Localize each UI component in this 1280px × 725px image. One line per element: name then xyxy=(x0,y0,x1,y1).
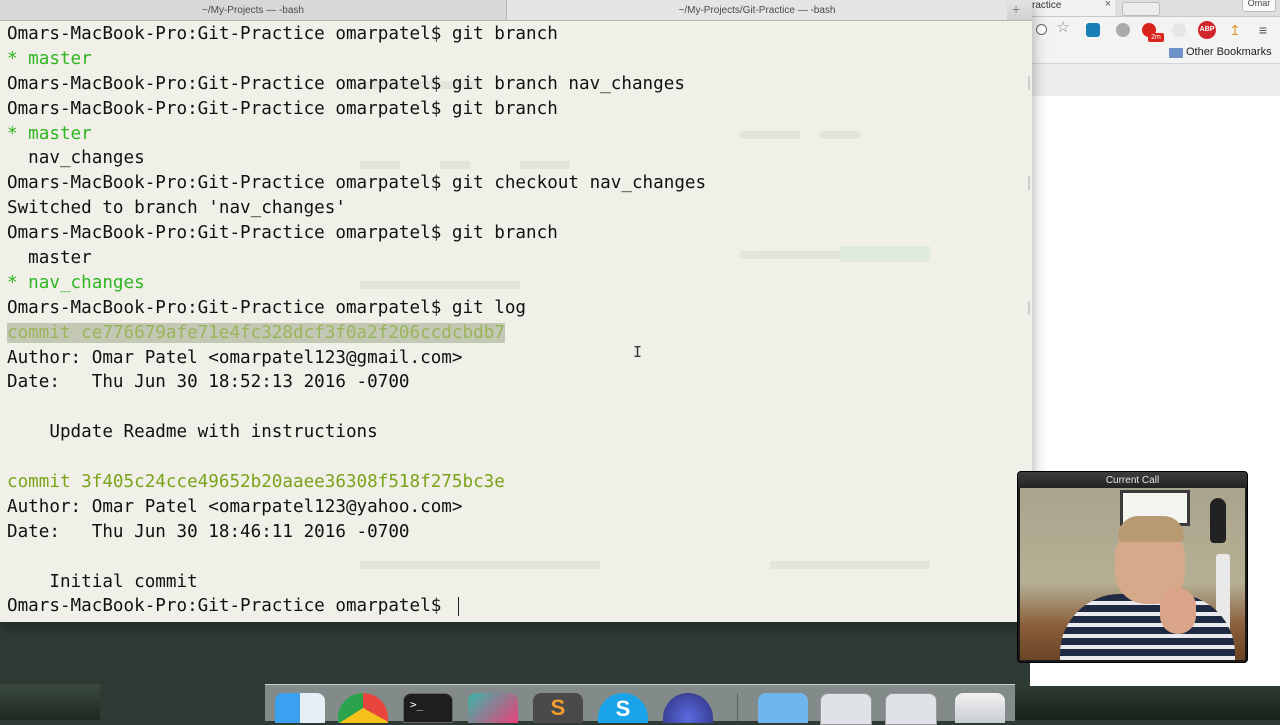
terminal-line: Omars-MacBook-Pro:Git-Practice omarpatel… xyxy=(7,96,706,121)
desktop-wallpaper-left xyxy=(0,684,100,720)
terminal-text: Date: Thu Jun 30 18:46:11 2016 -0700 xyxy=(7,521,410,542)
terminal-text: nav_changes xyxy=(7,148,145,169)
terminal-output[interactable]: Omars-MacBook-Pro:Git-Practice omarpatel… xyxy=(0,21,1032,622)
browser-tab[interactable]: ractice × xyxy=(1030,0,1115,16)
current-call-window[interactable]: Current Call xyxy=(1017,471,1248,663)
browser-tabstrip: ractice × Omar xyxy=(1030,0,1280,17)
terminal-tab-my-projects[interactable]: ~/My-Projects — -bash xyxy=(0,0,507,20)
screenshot-icon[interactable] xyxy=(820,693,872,725)
terminal-line: commit ce776679afe71e4fc328dcf3f0a2f206c… xyxy=(7,320,706,345)
finder-icon[interactable] xyxy=(275,693,325,723)
terminal-text: Omars-MacBook-Pro:Git-Practice omarpatel… xyxy=(7,73,685,94)
terminal-line: Omars-MacBook-Pro:Git-Practice omarpatel… xyxy=(7,593,706,618)
terminal-text: Author: Omar Patel <omarpatel123@gmail.c… xyxy=(7,347,463,368)
terminal-line: Initial commit xyxy=(7,569,706,594)
terminal-text: commit 3f405c24cce49652b20aaee36308f518f… xyxy=(7,472,505,493)
terminal-text: Omars-MacBook-Pro:Git-Practice omarpatel… xyxy=(7,223,558,244)
scroll-marker xyxy=(1028,301,1030,315)
app-icon[interactable] xyxy=(1086,23,1100,37)
sublime-icon[interactable]: S xyxy=(533,693,583,723)
new-tab-button[interactable] xyxy=(1122,2,1160,16)
terminal-text: * nav_changes xyxy=(7,272,145,293)
terminal-text: Author: Omar Patel <omarpatel123@yahoo.c… xyxy=(7,496,463,517)
profile-icon[interactable] xyxy=(1116,23,1130,37)
terminal-text: Omars-MacBook-Pro:Git-Practice omarpatel… xyxy=(7,297,527,318)
terminal-text: * master xyxy=(7,123,92,144)
terminal-text: Omars-MacBook-Pro:Git-Practice omarpatel… xyxy=(7,596,452,617)
skype-icon[interactable]: S xyxy=(598,693,648,723)
terminal-line: commit 3f405c24cce49652b20aaee36308f518f… xyxy=(7,469,706,494)
terminal-titlebar: ~/My-Projects — -bash ~/My-Projects/Git-… xyxy=(0,0,1032,21)
slack-icon[interactable] xyxy=(468,693,518,723)
terminal-icon[interactable]: >_ xyxy=(403,693,453,723)
terminal-line: Omars-MacBook-Pro:Git-Practice omarpatel… xyxy=(7,71,706,96)
terminal-line: Omars-MacBook-Pro:Git-Practice omarpatel… xyxy=(7,170,706,195)
scroll-marker xyxy=(1028,176,1030,190)
terminal-line: Omars-MacBook-Pro:Git-Practice omarpatel… xyxy=(7,220,706,245)
new-tab-icon[interactable]: + xyxy=(1012,1,1020,17)
close-icon[interactable]: × xyxy=(1105,0,1111,10)
other-bookmarks-link[interactable]: Other Bookmarks xyxy=(1186,46,1272,58)
star-icon[interactable]: ☆ xyxy=(1056,20,1070,35)
terminal-line: * master xyxy=(7,46,706,71)
terminal-text: Omars-MacBook-Pro:Git-Practice omarpatel… xyxy=(7,173,707,194)
folder-icon xyxy=(1169,48,1183,58)
trash-icon[interactable] xyxy=(955,693,1005,723)
user-profile-button[interactable]: Omar xyxy=(1242,0,1276,12)
browser-tab-title: ractice xyxy=(1032,0,1062,11)
text-cursor-icon: I xyxy=(633,343,643,361)
dock: >_ S S xyxy=(265,684,1015,725)
terminal-line: Author: Omar Patel <omarpatel123@yahoo.c… xyxy=(7,494,706,519)
terminal-line: Omars-MacBook-Pro:Git-Practice omarpatel… xyxy=(7,295,706,320)
notification-badge: 2m xyxy=(1148,33,1164,42)
terminal-text: Initial commit xyxy=(7,571,198,592)
terminal-text: Date: Thu Jun 30 18:52:13 2016 -0700 xyxy=(7,372,410,393)
terminal-text: Omars-MacBook-Pro:Git-Practice omarpatel… xyxy=(7,98,558,119)
desktop-wallpaper-right xyxy=(1015,684,1280,720)
browser-toolbar: ☆ 2m ABP ↥ ≡ xyxy=(1030,17,1280,43)
call-title: Current Call xyxy=(1018,472,1247,488)
screenshot-icon[interactable] xyxy=(885,693,937,725)
terminal-lines: Omars-MacBook-Pro:Git-Practice omarpatel… xyxy=(7,21,706,618)
terminal-text: commit ce776679afe71e4fc328dcf3f0a2f206c… xyxy=(7,322,505,343)
browser-icon[interactable] xyxy=(663,693,713,723)
terminal-text: * master xyxy=(7,48,92,69)
dock-separator xyxy=(737,693,738,721)
terminal-line: * master xyxy=(7,121,706,146)
person-hair xyxy=(1118,516,1184,542)
terminal-text: Update Readme with instructions xyxy=(7,422,378,443)
terminal-tab-git-practice[interactable]: ~/My-Projects/Git-Practice — -bash xyxy=(507,0,1007,20)
guitar-shape xyxy=(1210,498,1226,543)
terminal-line: Switched to branch 'nav_changes' xyxy=(7,195,706,220)
call-video-feed xyxy=(1020,488,1245,660)
terminal-cursor xyxy=(457,596,460,616)
adblock-icon[interactable]: ABP xyxy=(1198,21,1216,39)
terminal-line: nav_changes xyxy=(7,145,706,170)
search-icon[interactable] xyxy=(1036,24,1047,35)
terminal-line: Date: Thu Jun 30 18:52:13 2016 -0700 xyxy=(7,369,706,394)
terminal-line: * nav_changes xyxy=(7,270,706,295)
menu-icon[interactable]: ≡ xyxy=(1256,23,1270,37)
terminal-line: Omars-MacBook-Pro:Git-Practice omarpatel… xyxy=(7,21,706,46)
bookmarks-bar: Other Bookmarks xyxy=(1030,43,1280,64)
sync-icon[interactable] xyxy=(1172,23,1186,37)
terminal-line: Date: Thu Jun 30 18:46:11 2016 -0700 xyxy=(7,519,706,544)
browser-page-header xyxy=(1030,64,1280,96)
pin-icon[interactable]: ↥ xyxy=(1228,23,1242,37)
terminal-line: master xyxy=(7,245,706,270)
chrome-icon[interactable] xyxy=(338,693,388,723)
terminal-line: Update Readme with instructions xyxy=(7,419,706,444)
terminal-line: Author: Omar Patel <omarpatel123@gmail.c… xyxy=(7,345,706,370)
scroll-marker xyxy=(1028,76,1030,90)
person-hand xyxy=(1160,588,1196,634)
terminal-text: Switched to branch 'nav_changes' xyxy=(7,198,346,219)
terminal-window: ~/My-Projects — -bash ~/My-Projects/Git-… xyxy=(0,0,1032,622)
terminal-text: Omars-MacBook-Pro:Git-Practice omarpatel… xyxy=(7,24,558,44)
folder-icon[interactable] xyxy=(758,693,808,723)
terminal-text: master xyxy=(7,248,92,269)
